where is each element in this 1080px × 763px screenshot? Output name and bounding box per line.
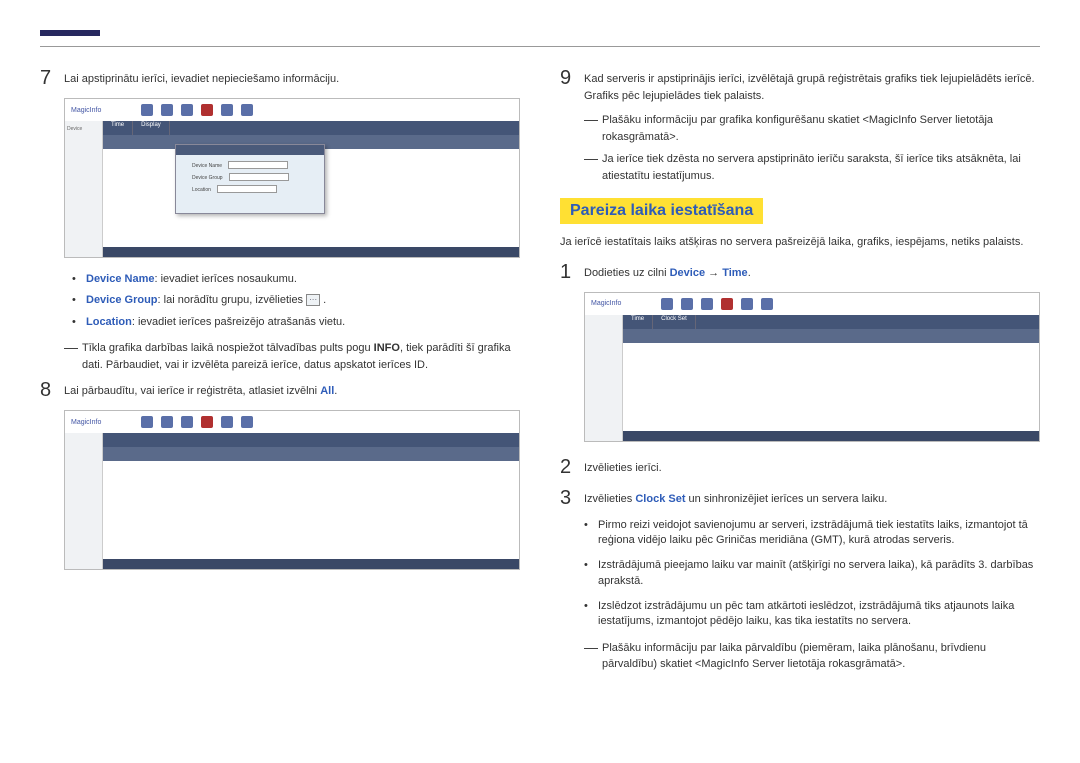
ss-nav-icon	[221, 416, 233, 428]
location-bullet: Location: ievadiet ierīces pašreizējo at…	[86, 315, 345, 330]
step-3-text: Izvēlieties Clock Set un sinhronizējiet …	[584, 487, 1040, 508]
step-number-2: 2	[560, 456, 584, 479]
ss-nav-icon	[701, 298, 713, 310]
time-bullet-1: Pirmo reizi veidojot savienojumu ar serv…	[598, 518, 1040, 549]
left-column: 7 Lai apstiprinātu ierīci, ievadiet nepi…	[40, 67, 520, 679]
ss-nav-icon	[221, 104, 233, 116]
step-8-text: Lai pārbaudītu, vai ierīce ir reģistrēta…	[64, 379, 520, 400]
ss-sidebar	[585, 315, 623, 441]
ss-tab: Display	[133, 121, 170, 135]
bullet-dot: •	[72, 315, 86, 330]
step-number-8: 8	[40, 379, 64, 402]
bullet-dot: •	[72, 272, 86, 287]
time-mgmt-note: Plašāku informāciju par laika pārvaldību…	[602, 640, 1040, 673]
ss-logo: MagicInfo	[591, 300, 621, 307]
dash-mark: ―	[584, 640, 602, 673]
dash-mark: ―	[64, 340, 82, 373]
dash-mark: ―	[584, 151, 602, 184]
ss-sidebar: Device	[65, 121, 103, 257]
screenshot-step8: MagicInfo	[64, 410, 520, 570]
more-info-note: Plašāku informāciju par grafika konfigur…	[602, 112, 1040, 145]
ss-logo: MagicInfo	[71, 419, 101, 426]
ss-nav-icon	[141, 104, 153, 116]
ss-nav-icon	[761, 298, 773, 310]
dash-mark: ―	[584, 112, 602, 145]
step-1-text: Dodieties uz cilni Device → Time.	[584, 261, 1040, 282]
ss-tab: Time	[103, 121, 133, 135]
ss-nav-icon	[201, 416, 213, 428]
horizontal-divider	[40, 46, 1040, 47]
ss-nav-icon	[681, 298, 693, 310]
ss-nav-icon	[181, 104, 193, 116]
ss-nav-icon	[661, 298, 673, 310]
step-number-1: 1	[560, 261, 584, 284]
section-heading-time: Pareiza laika iestatīšana	[560, 198, 763, 224]
screenshot-step7: MagicInfo Device Time Display	[64, 98, 520, 258]
bullet-dot: •	[72, 293, 86, 308]
time-bullet-3: Izslēdzot izstrādājumu un pēc tam atkārt…	[598, 599, 1040, 630]
time-bullet-2: Izstrādājumā pieejamo laiku var mainīt (…	[598, 558, 1040, 589]
step-number-9: 9	[560, 67, 584, 90]
ss-nav-icon	[161, 104, 173, 116]
ss-nav-icon	[161, 416, 173, 428]
ss-nav-icon	[721, 298, 733, 310]
step-9-text: Kad serveris ir apstiprinājis ierīci, iz…	[584, 67, 1040, 104]
device-name-bullet: Device Name: ievadiet ierīces nosaukumu.	[86, 272, 297, 287]
step-number-3: 3	[560, 487, 584, 510]
ss-nav-icon	[201, 104, 213, 116]
screenshot-time: MagicInfo Time Clock Set	[584, 292, 1040, 442]
device-group-bullet: Device Group: lai norādītu grupu, izvēli…	[86, 293, 326, 308]
ss-logo: MagicInfo	[71, 107, 101, 114]
delete-note: Ja ierīce tiek dzēsta no servera apstipr…	[602, 151, 1040, 184]
right-column: 9 Kad serveris ir apstiprinājis ierīci, …	[560, 67, 1040, 679]
info-note: Tīkla grafika darbības laikā nospiežot t…	[82, 340, 520, 373]
ss-sidebar	[65, 433, 103, 569]
step-2-text: Izvēlieties ierīci.	[584, 456, 1040, 477]
ss-nav-icon	[741, 298, 753, 310]
step-number-7: 7	[40, 67, 64, 90]
time-intro: Ja ierīcē iestatītais laiks atšķiras no …	[560, 234, 1040, 251]
bullet-dot: •	[584, 518, 598, 549]
ss-nav-icon	[241, 416, 253, 428]
ss-tab: Clock Set	[653, 315, 696, 329]
ss-nav-icon	[181, 416, 193, 428]
bullet-dot: •	[584, 599, 598, 630]
bullet-dot: •	[584, 558, 598, 589]
ss-nav-icon	[141, 416, 153, 428]
decorative-top-bar	[40, 30, 100, 36]
ss-nav-icon	[241, 104, 253, 116]
ss-approval-dialog: Device Name Device Group Location	[175, 144, 325, 214]
group-picker-icon: ···	[306, 294, 320, 306]
ss-tab: Time	[623, 315, 653, 329]
step-7-text: Lai apstiprinātu ierīci, ievadiet nepiec…	[64, 67, 520, 88]
